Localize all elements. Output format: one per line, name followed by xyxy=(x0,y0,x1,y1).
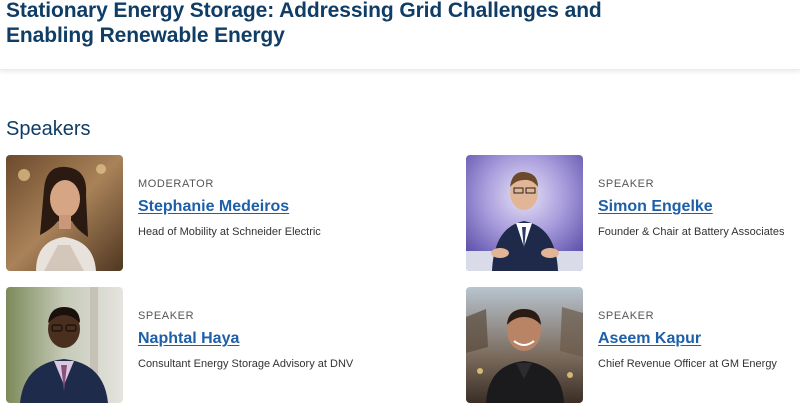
speaker-role: SPEAKER xyxy=(598,310,655,322)
speaker-photo[interactable] xyxy=(466,287,583,403)
speaker-photo[interactable] xyxy=(6,155,123,271)
speaker-name-link[interactable]: Stephanie Medeiros xyxy=(138,197,289,217)
speaker-photo[interactable] xyxy=(466,155,583,271)
speaker-card: MODERATOR Stephanie Medeiros Head of Mob… xyxy=(6,155,336,273)
speaker-description: Founder & Chair at Battery Associates xyxy=(598,226,785,238)
portrait-photo-icon xyxy=(466,287,583,403)
speaker-card: SPEAKER Aseem Kapur Chief Revenue Office… xyxy=(466,287,796,405)
speaker-card: SPEAKER Naphtal Haya Consultant Energy S… xyxy=(6,287,353,405)
speaker-description: Chief Revenue Officer at GM Energy xyxy=(598,358,777,370)
portrait-photo-icon xyxy=(6,287,123,403)
speaker-role: SPEAKER xyxy=(598,178,655,190)
speaker-role: SPEAKER xyxy=(138,310,195,322)
speakers-heading: Speakers xyxy=(6,118,91,140)
page-title: Stationary Energy Storage: Addressing Gr… xyxy=(6,0,602,47)
portrait-photo-icon xyxy=(466,155,583,271)
header-band: Stationary Energy Storage: Addressing Gr… xyxy=(0,0,800,70)
speaker-role: MODERATOR xyxy=(138,178,214,190)
speaker-description: Consultant Energy Storage Advisory at DN… xyxy=(138,358,354,370)
speaker-card: SPEAKER Simon Engelke Founder & Chair at… xyxy=(466,155,796,273)
speaker-name-link[interactable]: Simon Engelke xyxy=(598,197,713,217)
speaker-name-link[interactable]: Aseem Kapur xyxy=(598,329,701,349)
speaker-photo[interactable] xyxy=(6,287,123,403)
speaker-name-link[interactable]: Naphtal Haya xyxy=(138,329,239,349)
speaker-description: Head of Mobility at Schneider Electric xyxy=(138,226,321,238)
portrait-photo-icon xyxy=(6,155,123,271)
